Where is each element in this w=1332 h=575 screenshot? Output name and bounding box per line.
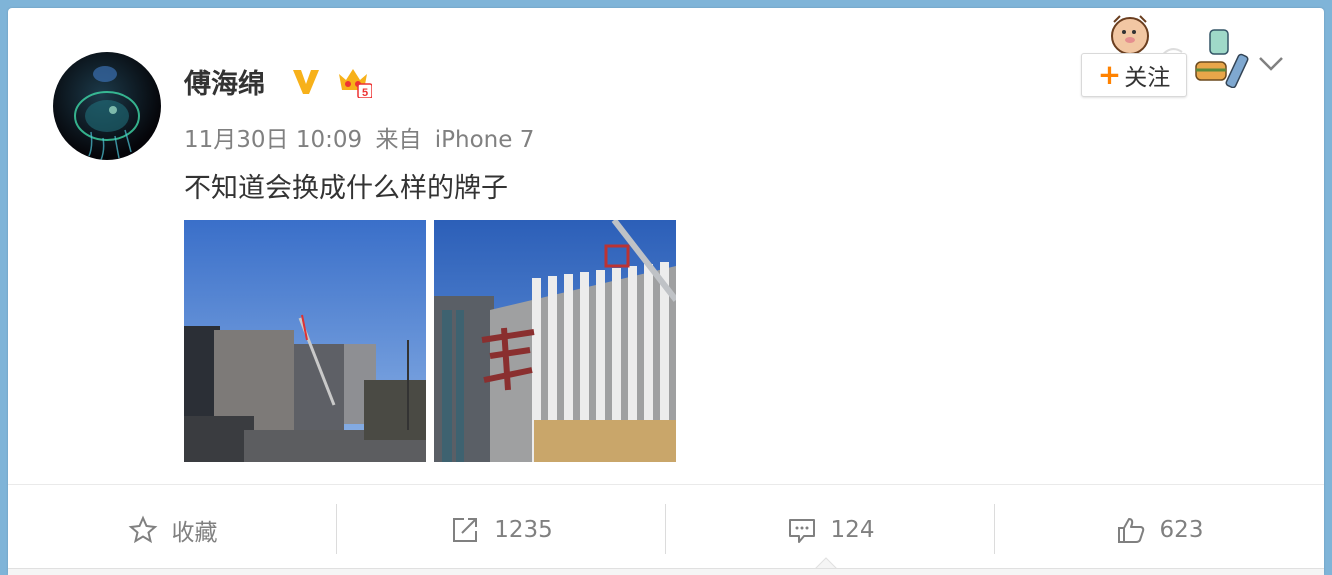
source-prefix: 来自 xyxy=(375,127,422,153)
comment-icon xyxy=(788,519,815,543)
avatar[interactable] xyxy=(53,52,161,160)
plus-icon: + xyxy=(1097,58,1122,91)
post-meta: 11月30日 10:09 来自 iPhone 7 xyxy=(184,120,540,154)
verified-v-icon xyxy=(293,70,319,94)
repost-count: 1235 xyxy=(494,517,553,543)
member-crown-icon[interactable]: 5 xyxy=(336,64,372,98)
favorite-button[interactable]: 收藏 xyxy=(8,485,337,575)
repost-button[interactable]: 1235 xyxy=(337,485,666,575)
post-timestamp[interactable]: 11月30日 10:09 xyxy=(184,127,362,153)
follow-label: 关注 xyxy=(1124,65,1171,91)
post-text: 不知道会换成什么样的牌子 xyxy=(184,173,508,204)
post-image-2[interactable] xyxy=(434,220,676,462)
author-name[interactable]: 傅海绵 xyxy=(184,62,265,101)
like-button[interactable]: 623 xyxy=(995,485,1324,575)
post-source[interactable]: iPhone 7 xyxy=(435,127,535,153)
favorite-label: 收藏 xyxy=(171,520,218,546)
follow-button[interactable]: + 关注 xyxy=(1081,53,1187,97)
weibo-post-card: 傅海绵 5 11月30日 10:09 来自 iPhone 7 不知道会换成什么样… xyxy=(8,8,1324,575)
svg-text:5: 5 xyxy=(362,87,368,98)
thumbs-up-icon xyxy=(1117,518,1144,543)
star-icon xyxy=(128,515,157,544)
like-count: 623 xyxy=(1159,517,1204,543)
share-icon xyxy=(453,518,478,542)
post-image-1[interactable] xyxy=(184,220,426,462)
chevron-down-icon[interactable] xyxy=(1256,52,1286,76)
post-action-bar: 收藏 1235 124 623 xyxy=(8,484,1324,575)
comment-count: 124 xyxy=(830,517,875,543)
